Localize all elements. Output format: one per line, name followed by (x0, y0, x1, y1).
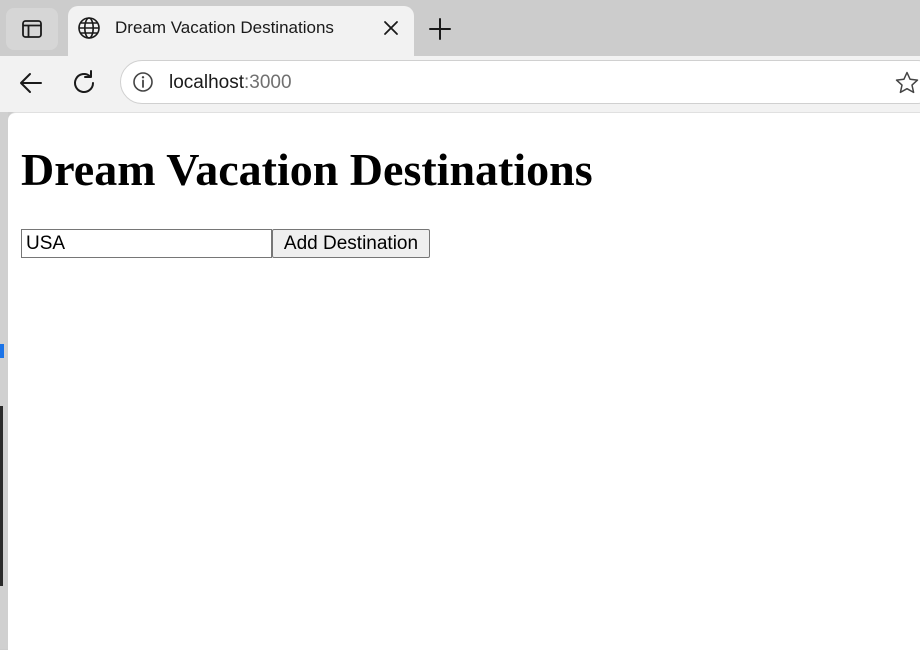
tab-actions-icon (22, 20, 42, 38)
tab-title: Dream Vacation Destinations (115, 18, 334, 37)
page-title: Dream Vacation Destinations (21, 144, 593, 195)
url-text[interactable]: localhost:3000 (169, 72, 292, 94)
star-icon[interactable] (894, 70, 920, 96)
background-dark-mark (0, 406, 3, 586)
reload-icon[interactable] (69, 68, 99, 98)
tab-actions-button[interactable] (6, 8, 58, 50)
background-window-edge (0, 112, 8, 649)
browser-tab-active[interactable]: Dream Vacation Destinations (68, 6, 414, 56)
browser-toolbar: localhost:3000 (0, 56, 920, 112)
tab-strip: Dream Vacation Destinations (0, 0, 920, 56)
background-accent-mark (0, 344, 4, 358)
plus-icon[interactable] (427, 16, 453, 42)
url-port: :3000 (244, 72, 292, 93)
url-host: localhost (169, 72, 244, 93)
add-destination-button[interactable]: Add Destination (272, 229, 430, 258)
page-viewport: Dream Vacation Destinations Add Destinat… (8, 112, 920, 650)
destination-input[interactable] (21, 229, 272, 258)
globe-icon (78, 17, 100, 39)
address-bar[interactable]: localhost:3000 (120, 60, 920, 104)
info-icon[interactable] (131, 70, 155, 94)
back-arrow-icon[interactable] (16, 68, 46, 98)
close-icon[interactable] (380, 17, 402, 39)
